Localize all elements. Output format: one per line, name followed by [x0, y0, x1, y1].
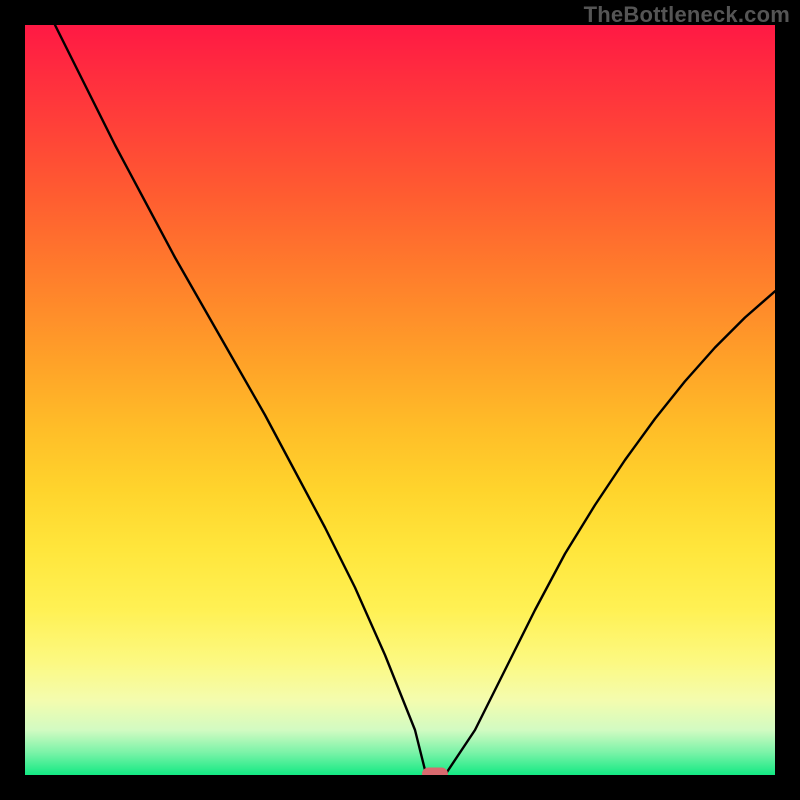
curve-svg — [25, 25, 775, 775]
chart-frame: TheBottleneck.com — [0, 0, 800, 800]
watermark-text: TheBottleneck.com — [584, 2, 790, 28]
bottleneck-curve — [55, 25, 775, 775]
optimal-marker — [422, 768, 448, 776]
plot-area — [25, 25, 775, 775]
